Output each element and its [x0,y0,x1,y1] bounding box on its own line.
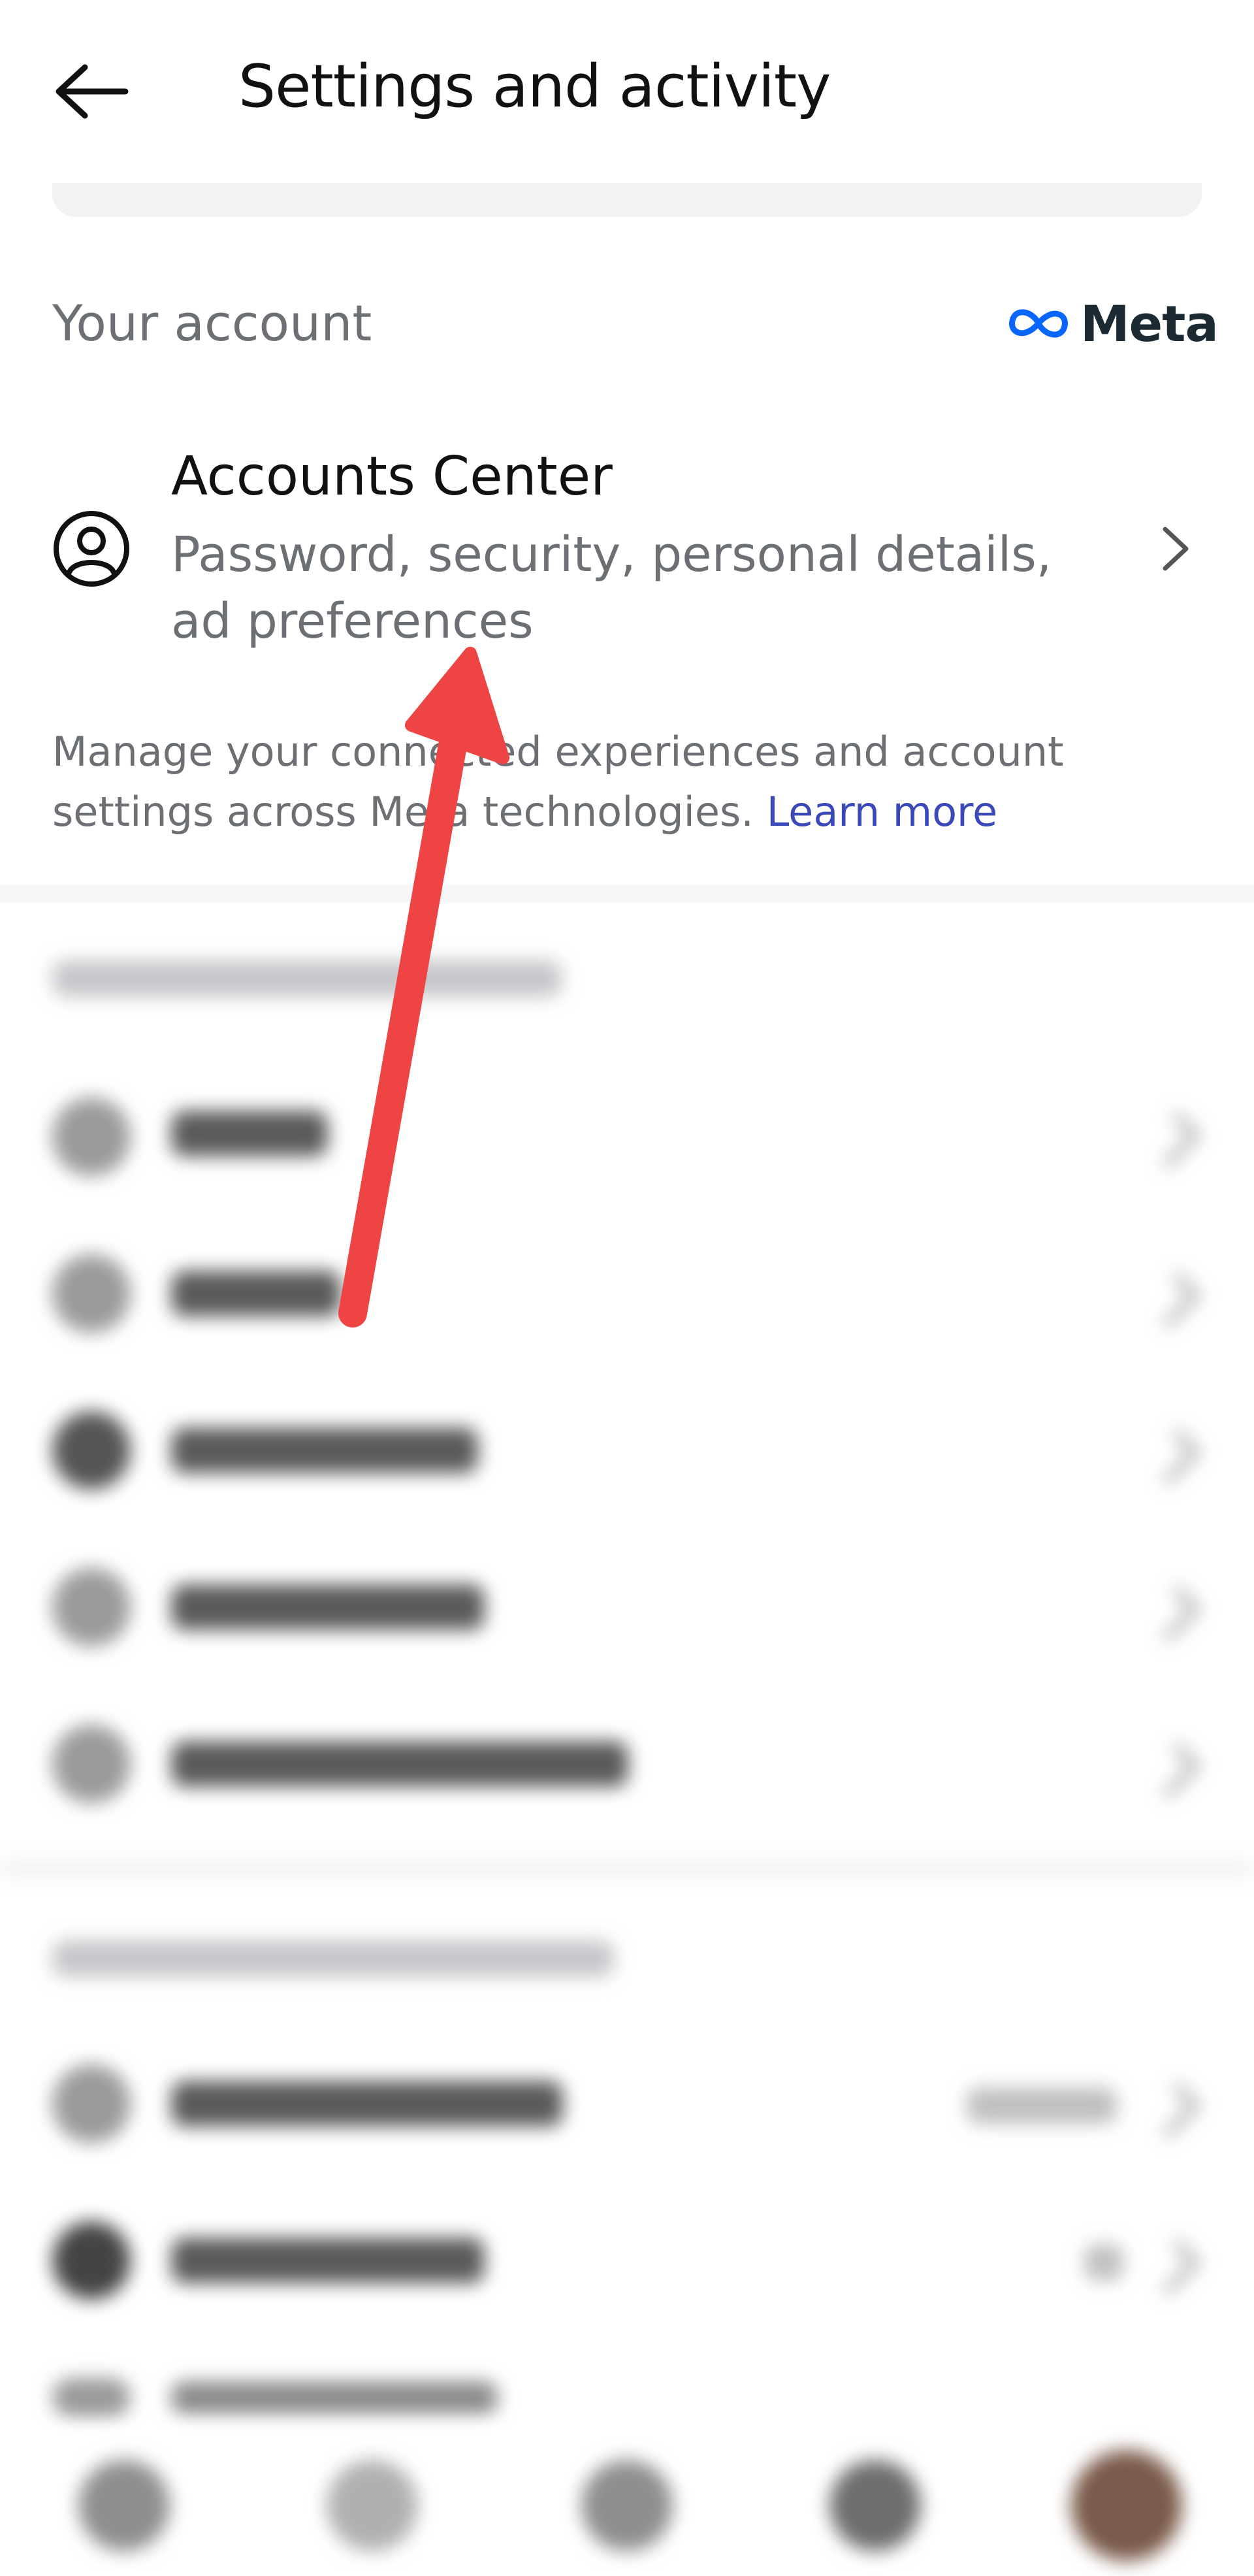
arrow-left-icon [56,64,129,119]
blurred-chevron [1144,1272,1200,1328]
meta-logo: Meta [1006,294,1219,353]
blurred-chevron [1144,1429,1200,1485]
blurred-row-icon [52,1411,131,1490]
meta-brand-text: Meta [1080,294,1219,353]
blurred-chevron [1144,1742,1200,1799]
blurred-row-text [171,2081,563,2127]
blurred-row-icon [52,1725,131,1803]
section-divider [0,885,1254,902]
blurred-chevron [1144,2239,1200,2295]
user-circle-icon [54,511,129,587]
search-bar[interactable] [52,183,1202,217]
bottom-nav [0,2430,1254,2576]
blurred-row-text [171,2381,498,2414]
blurred-row-icon [52,1568,131,1646]
blurred-chevron [1144,1112,1200,1168]
blurred-section-label [52,1940,614,1977]
blurred-divider [0,1862,1254,1875]
blurred-row-icon [52,1254,131,1333]
section-label-your-account: Your account [52,294,372,352]
chevron-right-icon [1163,527,1189,571]
blurred-chevron [1144,1586,1200,1642]
blurred-row-icon [52,2378,131,2417]
blurred-row-text [171,1584,485,1630]
search-icon[interactable] [327,2460,418,2551]
learn-more-link[interactable]: Learn more [767,788,998,836]
blurred-row-text [171,1427,478,1473]
blurred-row-text [171,1111,328,1156]
create-icon[interactable] [581,2460,673,2551]
accounts-center-description: Manage your connected experiences and ac… [52,722,1189,842]
blurred-row-icon [52,1098,131,1176]
blurred-row-value [967,2087,1117,2124]
reels-icon[interactable] [829,2460,921,2551]
blurred-section-label [52,960,562,997]
blurred-row-value [1084,2244,1123,2281]
back-button[interactable] [39,46,144,137]
home-icon[interactable] [78,2460,170,2551]
meta-infinity-logo [1009,309,1068,338]
accounts-center-row[interactable]: Accounts Center Password, security, pers… [0,425,1254,673]
blurred-row-icon [52,2221,131,2300]
blurred-row-text [171,2238,485,2283]
accounts-center-title: Accounts Center [171,446,613,508]
blurred-chevron [1144,2082,1200,2138]
blurred-row-text [171,1271,341,1316]
blurred-row-text [171,1741,628,1787]
blurred-settings-list [0,902,1254,2430]
accounts-center-subtitle: Password, security, personal details, ad… [171,527,1052,649]
app-header: Settings and activity [0,0,1254,163]
blurred-row-icon [52,2064,131,2143]
page-title: Settings and activity [238,52,831,121]
profile-avatar[interactable] [1071,2450,1182,2561]
